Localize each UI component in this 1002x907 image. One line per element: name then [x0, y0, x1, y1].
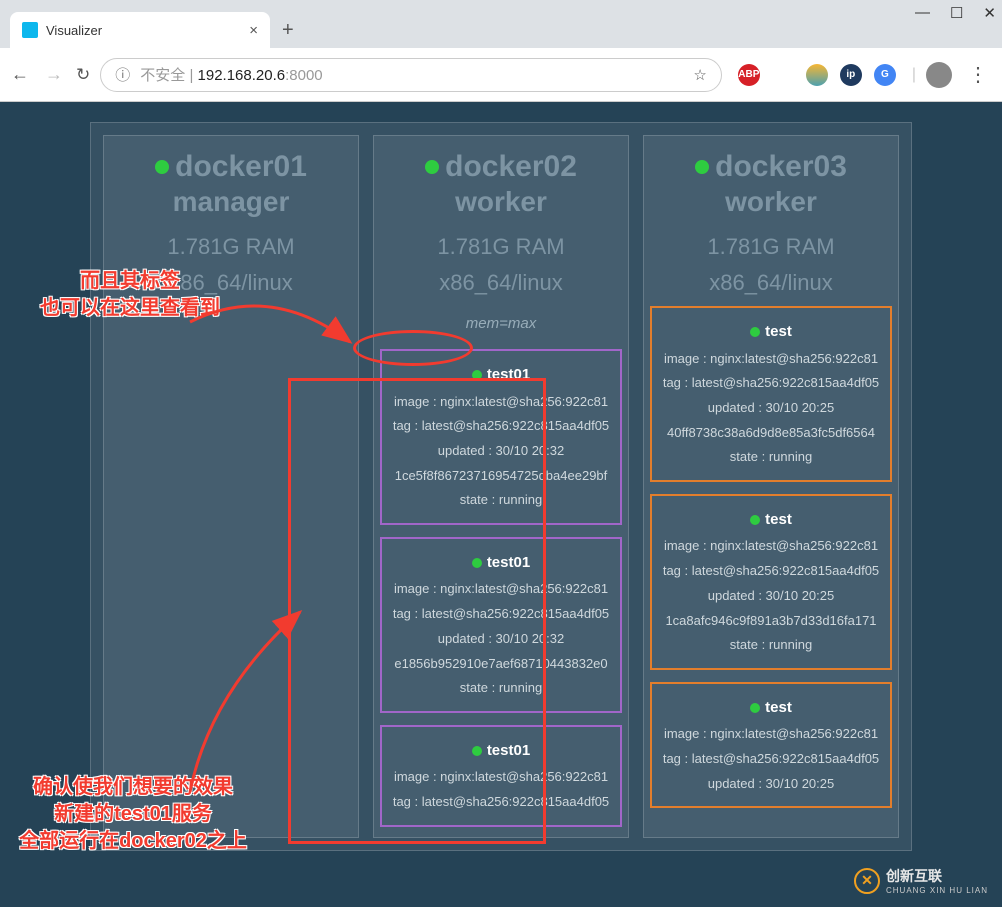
bookmark-star-icon[interactable]: ☆: [693, 66, 706, 84]
tab-title: Visualizer: [46, 23, 102, 38]
window-minimize-button[interactable]: —: [915, 4, 930, 22]
service-tag: tag : latest@sha256:922c815aa4df05: [656, 559, 886, 584]
service-hash: 1ce5f8f86723716954725dba4ee29bf: [386, 464, 616, 489]
node-title: docker03: [650, 150, 892, 184]
status-dot-icon: [425, 160, 439, 174]
node-column-docker01: docker01manager 1.781G RAM x86_64/linux: [103, 135, 359, 838]
status-dot-icon: [695, 160, 709, 174]
node-role: manager: [110, 186, 352, 218]
service-title: test01: [386, 549, 616, 578]
service-image: image : nginx:latest@sha256:922c81: [656, 534, 886, 559]
service-card[interactable]: testimage : nginx:latest@sha256:922c81ta…: [650, 682, 892, 809]
node-role: worker: [380, 186, 622, 218]
node-role: worker: [650, 186, 892, 218]
node-arch: x86_64/linux: [110, 270, 352, 296]
service-hash: e1856b952910e7aef68710443832e0: [386, 652, 616, 677]
node-column-docker03: docker03worker 1.781G RAM x86_64/linuxtest…: [643, 135, 899, 838]
translate-icon[interactable]: G: [874, 64, 896, 86]
service-card[interactable]: testimage : nginx:latest@sha256:922c81ta…: [650, 306, 892, 482]
watermark: ✕ 创新互联 CHUANG XIN HU LIAN: [854, 866, 988, 895]
service-updated: updated : 30/10 20:32: [386, 627, 616, 652]
service-state: state : running: [656, 445, 886, 470]
service-title: test01: [386, 737, 616, 766]
extensions-area: ABP 200 ip G: [732, 64, 902, 86]
new-tab-button[interactable]: +: [282, 19, 294, 48]
node-title: docker02: [380, 150, 622, 184]
services-list: testimage : nginx:latest@sha256:922c81ta…: [650, 306, 892, 808]
status-dot-icon: [472, 558, 482, 568]
forward-button[interactable]: →: [42, 64, 66, 85]
service-state: state : running: [386, 676, 616, 701]
service-state: state : running: [656, 633, 886, 658]
service-updated: updated : 30/10 20:25: [656, 396, 886, 421]
service-tag: tag : latest@sha256:922c815aa4df05: [656, 371, 886, 396]
service-hash: 40ff8738c38a6d9d8e85a3fc5df6564: [656, 421, 886, 446]
browser-tab[interactable]: Visualizer ×: [10, 12, 270, 48]
node-ram: 1.781G RAM: [650, 234, 892, 260]
nodes-row: docker01manager1.781G RAMx86_64/linuxdoc…: [90, 122, 912, 851]
status-dot-icon: [750, 703, 760, 713]
address-text: 不安全 | 192.168.20.6:8000: [140, 64, 322, 85]
favicon-icon: [22, 22, 38, 38]
service-title: test: [656, 506, 886, 535]
node-column-docker02: docker02worker 1.781G RAM x86_64/linux mem=…: [373, 135, 629, 838]
status-dot-icon: [472, 746, 482, 756]
site-info-icon[interactable]: ⓘ: [115, 64, 130, 85]
service-image: image : nginx:latest@sha256:922c81: [386, 765, 616, 790]
tab-strip: Visualizer × + — ☐ ✕: [0, 0, 1002, 48]
back-button[interactable]: ←: [8, 64, 32, 85]
node-name: docker01: [175, 150, 307, 184]
service-image: image : nginx:latest@sha256:922c81: [386, 577, 616, 602]
status-dot-icon: [155, 160, 169, 174]
node-arch: x86_64/linux: [650, 270, 892, 296]
window-controls: — ☐ ✕: [915, 4, 996, 22]
visualizer-content: docker01manager1.781G RAMx86_64/linuxdoc…: [0, 102, 1002, 851]
window-close-button[interactable]: ✕: [983, 4, 996, 22]
service-image: image : nginx:latest@sha256:922c81: [386, 390, 616, 415]
ip-extension-icon[interactable]: ip: [840, 64, 862, 86]
node-title: docker01: [110, 150, 352, 184]
profile-avatar-icon[interactable]: [926, 62, 952, 88]
window-maximize-button[interactable]: ☐: [950, 4, 963, 22]
browser-toolbar: ← → ↻ ⓘ 不安全 | 192.168.20.6:8000 ☆ ABP 20…: [0, 48, 1002, 102]
node-label-pill: mem=max: [452, 312, 550, 335]
service-card[interactable]: test01image : nginx:latest@sha256:922c81…: [380, 537, 622, 713]
status-dot-icon: [750, 515, 760, 525]
address-bar[interactable]: ⓘ 不安全 | 192.168.20.6:8000 ☆: [100, 58, 722, 92]
service-image: image : nginx:latest@sha256:922c81: [656, 347, 886, 372]
service-card[interactable]: test01image : nginx:latest@sha256:922c81…: [380, 725, 622, 827]
service-card[interactable]: test01image : nginx:latest@sha256:922c81…: [380, 349, 622, 525]
node-name: docker03: [715, 150, 847, 184]
service-updated: updated : 30/10 20:25: [656, 584, 886, 609]
close-tab-icon[interactable]: ×: [249, 22, 258, 39]
service-card[interactable]: testimage : nginx:latest@sha256:922c81ta…: [650, 494, 892, 670]
service-tag: tag : latest@sha256:922c815aa4df05: [386, 790, 616, 815]
adblock-icon[interactable]: ABP: [738, 64, 760, 86]
service-title: test: [656, 318, 886, 347]
service-state: state : running: [386, 488, 616, 513]
service-title: test: [656, 694, 886, 723]
watermark-logo-icon: ✕: [854, 868, 880, 894]
service-tag: tag : latest@sha256:922c815aa4df05: [386, 602, 616, 627]
node-arch: x86_64/linux: [380, 270, 622, 296]
browser-menu-button[interactable]: ⋮: [962, 62, 994, 87]
node-ram: 1.781G RAM: [110, 234, 352, 260]
service-tag: tag : latest@sha256:922c815aa4df05: [386, 414, 616, 439]
services-list: test01image : nginx:latest@sha256:922c81…: [380, 349, 622, 827]
service-hash: 1ca8afc946c9f891a3b7d33d16fa171: [656, 609, 886, 634]
status-dot-icon: [472, 370, 482, 380]
service-updated: updated : 30/10 20:32: [386, 439, 616, 464]
status-200-icon[interactable]: 200: [772, 64, 794, 86]
service-updated: updated : 30/10 20:25: [656, 772, 886, 797]
node-ram: 1.781G RAM: [380, 234, 622, 260]
node-name: docker02: [445, 150, 577, 184]
service-tag: tag : latest@sha256:922c815aa4df05: [656, 747, 886, 772]
extension-icon[interactable]: [806, 64, 828, 86]
reload-button[interactable]: ↻: [76, 65, 90, 85]
service-title: test01: [386, 361, 616, 390]
service-image: image : nginx:latest@sha256:922c81: [656, 722, 886, 747]
status-dot-icon: [750, 327, 760, 337]
